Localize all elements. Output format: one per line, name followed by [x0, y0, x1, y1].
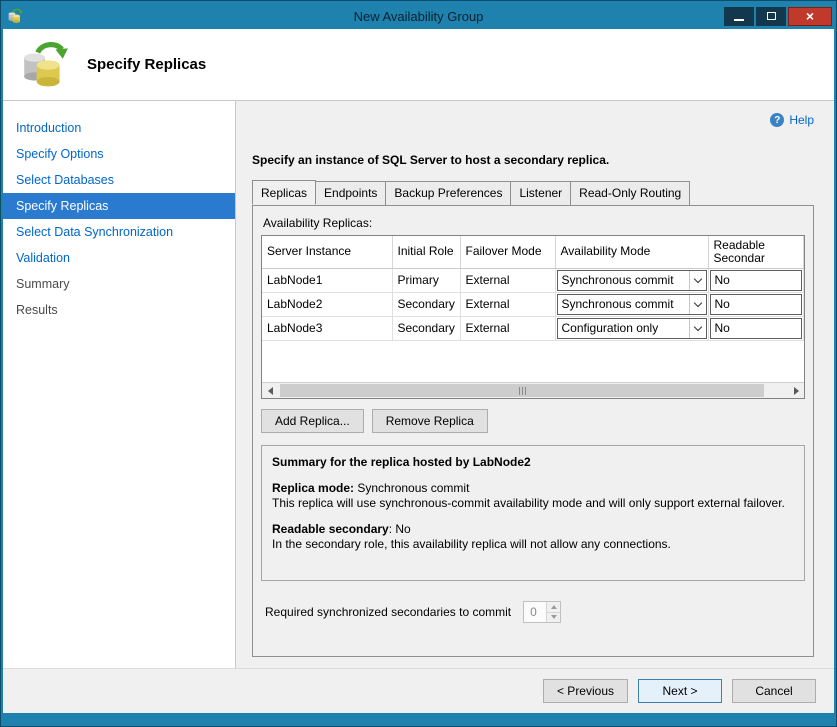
- cell-initial-role: Primary: [392, 268, 460, 292]
- maximize-button[interactable]: [756, 7, 786, 26]
- readable-secondary-label: Readable secondary: [272, 522, 389, 536]
- table-row: LabNode1 Primary External Synchronous co…: [262, 268, 804, 292]
- window-content: Specify Replicas Introduction Specify Op…: [3, 29, 834, 713]
- cell-failover-mode: External: [460, 292, 555, 316]
- arrow-right-icon: [794, 387, 799, 395]
- sidebar-item-specify-options[interactable]: Specify Options: [3, 141, 235, 167]
- previous-button[interactable]: < Previous: [543, 679, 628, 703]
- table-row: LabNode2 Secondary External Synchronous …: [262, 292, 804, 316]
- arrow-down-icon: [551, 615, 557, 619]
- chevron-down-icon: [689, 319, 706, 338]
- cell-initial-role: Secondary: [392, 316, 460, 340]
- availability-mode-dropdown[interactable]: Synchronous commit: [557, 270, 707, 291]
- replicas-tab-panel: Availability Replicas: Server Instance: [252, 205, 814, 657]
- tab-endpoints[interactable]: Endpoints: [315, 181, 386, 206]
- availability-mode-dropdown[interactable]: Synchronous commit: [557, 294, 707, 315]
- help-label: Help: [789, 113, 814, 127]
- column-header-failover-mode[interactable]: Failover Mode: [460, 236, 555, 268]
- tab-replicas[interactable]: Replicas: [252, 180, 316, 205]
- next-button[interactable]: Next >: [638, 679, 722, 703]
- close-icon: ×: [806, 8, 814, 24]
- grid-header-row: Server Instance Initial Role Failover Mo…: [262, 236, 804, 268]
- sidebar-item-results: Results: [3, 297, 235, 323]
- readable-secondary-dropdown[interactable]: No: [710, 318, 803, 339]
- column-header-availability-mode[interactable]: Availability Mode: [555, 236, 708, 268]
- availability-mode-dropdown[interactable]: Configuration only: [557, 318, 707, 339]
- replica-mode-description: This replica will use synchronous-commit…: [272, 496, 794, 511]
- window-title: New Availability Group: [3, 9, 834, 24]
- readable-secondary-dropdown[interactable]: No: [710, 294, 803, 315]
- cell-initial-role: Secondary: [392, 292, 460, 316]
- cell-failover-mode: External: [460, 268, 555, 292]
- summary-title: Summary for the replica hosted by LabNod…: [272, 455, 531, 469]
- spinner-up-button[interactable]: [547, 602, 560, 612]
- readable-secondary-description: In the secondary role, this availability…: [272, 537, 794, 552]
- wizard-header: Specify Replicas: [3, 29, 834, 101]
- minimize-button[interactable]: [724, 7, 754, 26]
- sidebar-item-validation[interactable]: Validation: [3, 245, 235, 271]
- arrow-left-icon: [268, 387, 273, 395]
- tab-backup-preferences[interactable]: Backup Preferences: [385, 181, 511, 206]
- horizontal-scrollbar[interactable]: [262, 382, 804, 398]
- availability-group-icon: [19, 39, 69, 91]
- tab-read-only-routing[interactable]: Read-Only Routing: [570, 181, 690, 206]
- instruction-text: Specify an instance of SQL Server to hos…: [252, 153, 814, 167]
- column-header-initial-role[interactable]: Initial Role: [392, 236, 460, 268]
- main-pane: ? Help Specify an instance of SQL Server…: [236, 101, 834, 668]
- availability-replicas-label: Availability Replicas:: [263, 216, 805, 230]
- help-icon: ?: [770, 113, 784, 127]
- tab-listener[interactable]: Listener: [510, 181, 571, 206]
- cell-server-instance[interactable]: LabNode1: [262, 268, 392, 292]
- availability-replicas-grid: Server Instance Initial Role Failover Mo…: [261, 235, 805, 399]
- add-replica-button[interactable]: Add Replica...: [261, 409, 364, 433]
- remove-replica-button[interactable]: Remove Replica: [372, 409, 488, 433]
- chevron-down-icon: [689, 295, 706, 314]
- grip-icon: [522, 387, 523, 395]
- readable-secondary-dropdown[interactable]: No: [710, 270, 803, 291]
- chevron-down-icon: [689, 271, 706, 290]
- column-header-readable-secondary[interactable]: Readable Secondar: [708, 236, 804, 268]
- required-secondaries-value: 0: [524, 602, 546, 622]
- sidebar-item-select-data-synchronization[interactable]: Select Data Synchronization: [3, 219, 235, 245]
- tab-strip: Replicas Endpoints Backup Preferences Li…: [252, 181, 814, 206]
- cell-server-instance[interactable]: LabNode2: [262, 292, 392, 316]
- scroll-right-button[interactable]: [788, 383, 804, 398]
- scroll-left-button[interactable]: [262, 383, 278, 398]
- spinner-down-button[interactable]: [547, 612, 560, 623]
- cell-server-instance[interactable]: LabNode3: [262, 316, 392, 340]
- readable-secondary-value: : No: [389, 522, 411, 536]
- table-row: LabNode3 Secondary External Configuratio…: [262, 316, 804, 340]
- close-button[interactable]: ×: [788, 7, 832, 26]
- sidebar-item-select-databases[interactable]: Select Databases: [3, 167, 235, 193]
- minimize-icon: [734, 19, 744, 21]
- arrow-up-icon: [551, 605, 557, 609]
- help-link[interactable]: ? Help: [250, 111, 814, 129]
- scrollbar-track[interactable]: [278, 383, 788, 398]
- required-secondaries-input[interactable]: 0: [523, 601, 561, 623]
- sidebar-item-specify-replicas[interactable]: Specify Replicas: [3, 193, 235, 219]
- sidebar-item-introduction[interactable]: Introduction: [3, 115, 235, 141]
- new-availability-group-window: New Availability Group × S: [0, 0, 837, 727]
- replica-mode-value: Synchronous commit: [354, 481, 469, 495]
- title-bar[interactable]: New Availability Group ×: [3, 3, 834, 29]
- column-header-server-instance[interactable]: Server Instance: [262, 236, 392, 268]
- sidebar-item-summary: Summary: [3, 271, 235, 297]
- required-secondaries-label: Required synchronized secondaries to com…: [265, 605, 511, 619]
- replica-summary-panel: Summary for the replica hosted by LabNod…: [261, 445, 805, 581]
- cell-failover-mode: External: [460, 316, 555, 340]
- replica-mode-label: Replica mode:: [272, 481, 354, 495]
- maximize-icon: [767, 12, 776, 20]
- wizard-steps-sidebar: Introduction Specify Options Select Data…: [3, 101, 236, 668]
- wizard-footer: < Previous Next > Cancel: [3, 668, 834, 713]
- scrollbar-thumb[interactable]: [280, 384, 764, 397]
- cancel-button[interactable]: Cancel: [732, 679, 816, 703]
- page-title: Specify Replicas: [87, 56, 206, 73]
